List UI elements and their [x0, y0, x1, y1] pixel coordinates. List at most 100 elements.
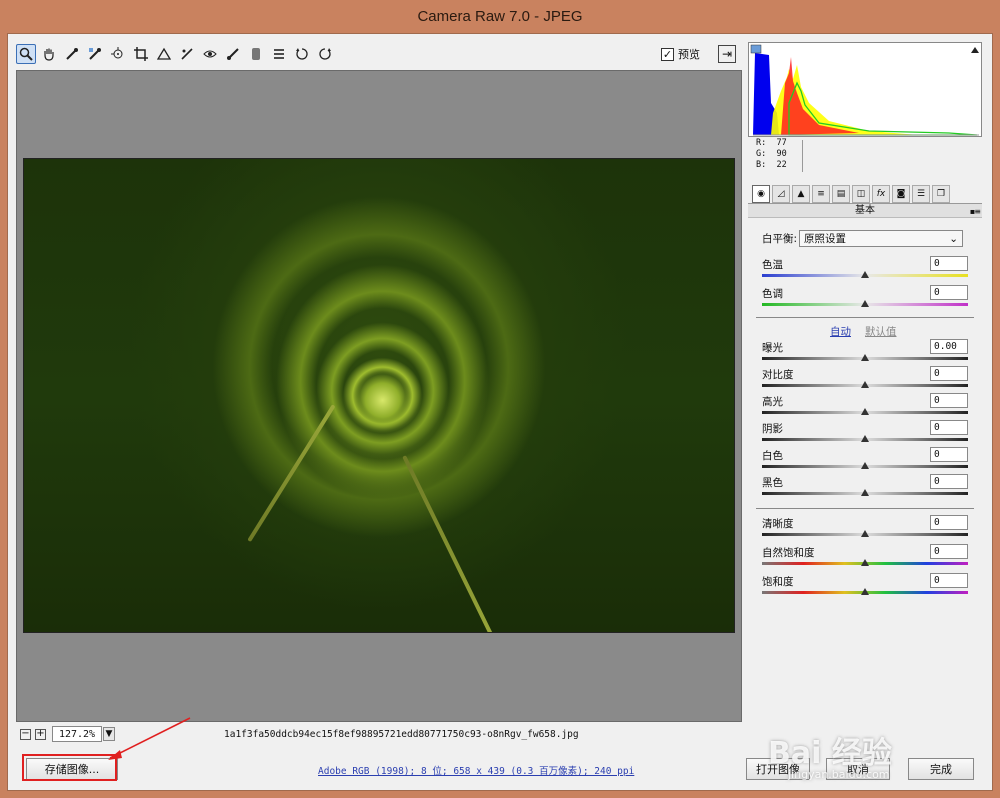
annotation-arrow: [108, 717, 191, 760]
panel-tab-strip: ◉ ◿ ▲ ≡ ▤ ◫ fx ◙ ☰ ❐: [748, 184, 982, 204]
white-balance-row: 白平衡: 原照设置 ⌄: [762, 230, 964, 247]
section-divider: [756, 508, 974, 509]
window-title-bar: Camera Raw 7.0 - JPEG: [0, 0, 1000, 33]
default-link[interactable]: 默认值: [865, 324, 897, 339]
image-canvas[interactable]: [16, 70, 742, 722]
r-label: R:: [756, 138, 767, 148]
crop-tool[interactable]: [131, 44, 151, 64]
adjustment-row: 白色 0: [762, 447, 968, 474]
tab-split-toning[interactable]: ▤: [832, 184, 850, 203]
graduated-filter-tool[interactable]: [246, 44, 266, 64]
adjustment-value-field[interactable]: 0: [930, 393, 968, 408]
spot-removal-tool[interactable]: [177, 44, 197, 64]
snapshots-icon: ❐: [936, 188, 946, 199]
section-divider: [756, 317, 974, 318]
adjustment-slider-thumb[interactable]: [861, 354, 869, 361]
adjustment-value-field[interactable]: 0: [930, 515, 968, 530]
window-title: Camera Raw 7.0 - JPEG: [417, 8, 583, 25]
adjustment-label: 对比度: [762, 369, 794, 381]
tab-fx[interactable]: fx: [872, 184, 890, 203]
tab-hsl[interactable]: ≡: [812, 184, 830, 203]
preview-checkbox[interactable]: ✓: [661, 47, 674, 61]
workflow-options-link[interactable]: Adobe RGB (1998); 8 位; 658 x 439 (0.3 百万…: [318, 763, 634, 777]
adjustment-label: 黑色: [762, 477, 783, 489]
adjustment-slider-thumb[interactable]: [861, 530, 869, 537]
auto-link[interactable]: 自动: [830, 324, 851, 339]
adjustment-value-field[interactable]: 0: [930, 256, 968, 271]
adjustment-row: 饱和度 0: [762, 573, 968, 600]
tab-detail[interactable]: ▲: [792, 184, 810, 203]
chevron-down-icon: ⌄: [949, 232, 959, 245]
histogram: [748, 42, 982, 137]
panel-title-text: 基本: [855, 205, 875, 216]
zoom-level-field[interactable]: 127.2%: [52, 726, 102, 742]
hand-tool[interactable]: [39, 44, 59, 64]
adjustment-value-field[interactable]: 0: [930, 447, 968, 462]
white-balance-label: 白平衡:: [762, 233, 798, 245]
adjustment-slider-thumb[interactable]: [861, 435, 869, 442]
adjustment-row: 曝光 0.00: [762, 339, 968, 366]
tab-lens[interactable]: ◫: [852, 184, 870, 203]
adjustment-label: 阴影: [762, 423, 783, 435]
adjustment-value-field[interactable]: 0: [930, 366, 968, 381]
tab-presets[interactable]: ☰: [912, 184, 930, 203]
adjustment-row: 色调 0: [762, 285, 968, 312]
adjustment-slider-thumb[interactable]: [861, 408, 869, 415]
adjustment-value-field[interactable]: 0: [930, 474, 968, 489]
graduated-filter-icon: [252, 48, 260, 60]
zoom-icon: [19, 47, 33, 61]
adjustment-row: 黑色 0: [762, 474, 968, 501]
fullscreen-icon: ⇥: [721, 47, 733, 61]
straighten-tool[interactable]: [154, 44, 174, 64]
adjustment-value-field[interactable]: 0: [930, 573, 968, 588]
zoom-in-button[interactable]: +: [35, 728, 46, 740]
target-adjust-icon: [111, 47, 123, 59]
zoom-tool[interactable]: [16, 44, 36, 64]
rotate-ccw-icon: [296, 48, 308, 60]
adjustment-slider-thumb[interactable]: [861, 462, 869, 469]
fx-icon: fx: [876, 188, 886, 199]
red-eye-tool[interactable]: [200, 44, 220, 64]
spot-removal-icon: [181, 48, 193, 60]
detail-icon: ▲: [797, 188, 805, 199]
zoom-out-button[interactable]: −: [20, 728, 31, 740]
hand-icon: [44, 48, 54, 61]
image-preview: [23, 158, 735, 633]
adjustment-brush-tool[interactable]: [223, 44, 243, 64]
rotate-ccw-tool[interactable]: [292, 44, 312, 64]
adjustment-slider-thumb[interactable]: [861, 489, 869, 496]
color-sampler-tool[interactable]: [85, 44, 105, 64]
tab-basic[interactable]: ◉: [752, 184, 770, 203]
auto-default-row: 自动 默认值: [830, 324, 897, 339]
rotate-cw-tool[interactable]: [315, 44, 335, 64]
adjustment-label: 色调: [762, 288, 783, 300]
tab-camera-calibration[interactable]: ◙: [892, 184, 910, 203]
adjustment-value-field[interactable]: 0: [930, 420, 968, 435]
lens-icon: ◫: [856, 188, 866, 199]
white-balance-tool[interactable]: [62, 44, 82, 64]
adjustment-row: 色温 0: [762, 256, 968, 283]
adjustment-value-field[interactable]: 0.00: [930, 339, 968, 354]
tab-snapshots[interactable]: ❐: [932, 184, 950, 203]
split-toning-icon: ▤: [836, 188, 846, 199]
white-balance-select[interactable]: 原照设置 ⌄: [799, 230, 964, 247]
adjustment-label: 自然饱和度: [762, 547, 815, 559]
watermark-subtext: jingyan.baidu.com: [788, 768, 890, 781]
fullscreen-button[interactable]: ⇥: [718, 45, 736, 63]
adjustment-slider-thumb[interactable]: [861, 559, 869, 566]
adjustment-slider-thumb[interactable]: [861, 381, 869, 388]
b-value: 22: [776, 160, 787, 170]
adjustment-value-field[interactable]: 0: [930, 544, 968, 559]
adjustment-label: 曝光: [762, 342, 783, 354]
adjustment-row: 清晰度 0: [762, 515, 968, 542]
panel-menu-icon[interactable]: ▪≡: [970, 205, 981, 219]
adjustment-value-field[interactable]: 0: [930, 285, 968, 300]
adjustment-slider-thumb[interactable]: [861, 588, 869, 595]
tab-tone-curve[interactable]: ◿: [772, 184, 790, 203]
panel-title: 基本 ▪≡: [748, 204, 982, 218]
adjustment-slider-thumb[interactable]: [861, 271, 869, 278]
preferences-tool[interactable]: [269, 44, 289, 64]
target-adjust-tool[interactable]: [108, 44, 128, 64]
adjustment-slider-thumb[interactable]: [861, 300, 869, 307]
rgb-readout: R: 77 G: 90 B: 22: [756, 138, 982, 178]
